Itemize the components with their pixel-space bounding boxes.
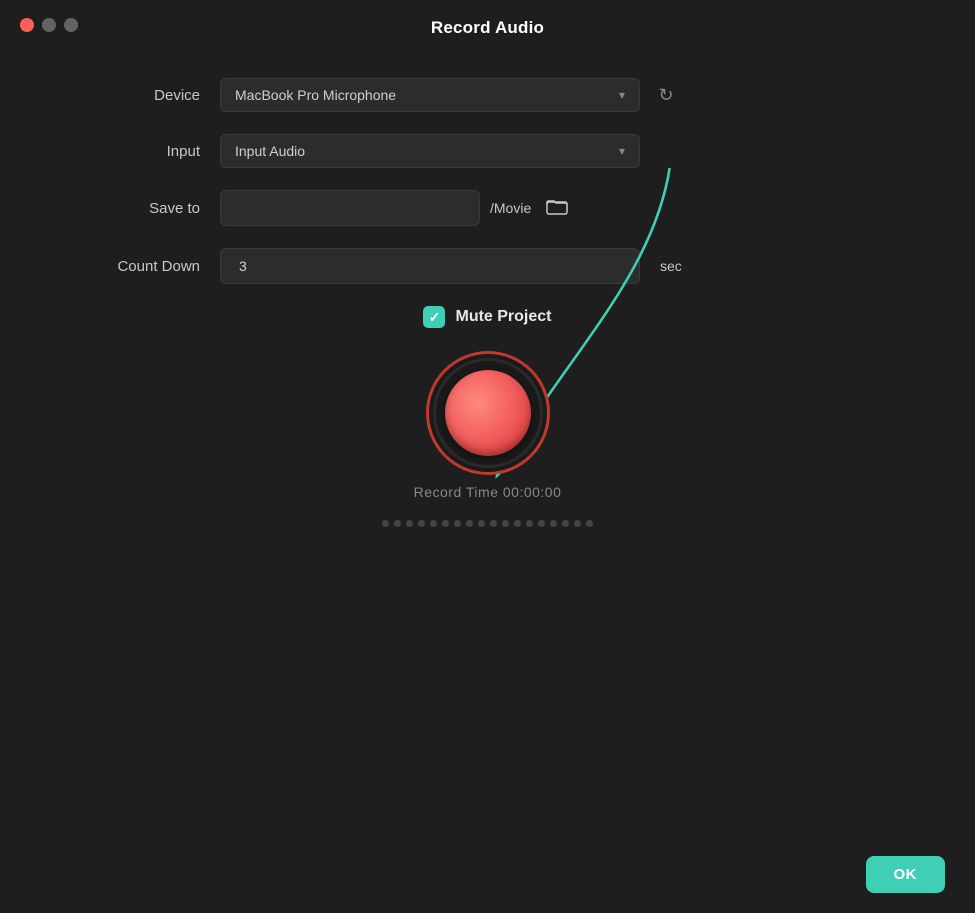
- waveform-dot: [502, 520, 509, 527]
- waveform-dot: [466, 520, 473, 527]
- save-to-path: /Movie: [490, 200, 531, 216]
- countdown-label: Count Down: [80, 258, 220, 275]
- input-dropdown[interactable]: Input Audio ▾: [220, 134, 640, 168]
- device-control-area: MacBook Pro Microphone ▾ ↻: [220, 78, 895, 112]
- record-button[interactable]: [433, 358, 543, 468]
- save-to-row: Save to /Movie: [80, 190, 895, 226]
- waveform: [382, 520, 593, 527]
- waveform-dot: [478, 520, 485, 527]
- waveform-dot: [382, 520, 389, 527]
- record-area: Record Time 00:00:00: [382, 358, 593, 527]
- countdown-value: 3: [235, 258, 247, 274]
- waveform-dot: [454, 520, 461, 527]
- window-title: Record Audio: [431, 18, 544, 38]
- waveform-dot: [394, 520, 401, 527]
- waveform-dot: [574, 520, 581, 527]
- seconds-label: sec: [660, 258, 682, 274]
- countdown-input[interactable]: 3: [220, 248, 640, 284]
- device-dropdown[interactable]: MacBook Pro Microphone ▾: [220, 78, 640, 112]
- waveform-dot: [430, 520, 437, 527]
- window-controls: [20, 18, 78, 32]
- device-row: Device MacBook Pro Microphone ▾ ↻: [80, 78, 895, 112]
- save-to-control-area: /Movie: [220, 190, 895, 226]
- waveform-dot: [442, 520, 449, 527]
- minimize-button[interactable]: [42, 18, 56, 32]
- waveform-dot: [514, 520, 521, 527]
- mute-checkbox[interactable]: ✓: [423, 306, 445, 328]
- bottom-bar: OK: [0, 846, 975, 913]
- title-bar: Record Audio: [0, 0, 975, 48]
- waveform-dot: [490, 520, 497, 527]
- save-to-input[interactable]: [220, 190, 480, 226]
- waveform-dot: [550, 520, 557, 527]
- device-dropdown-value: MacBook Pro Microphone: [235, 87, 396, 103]
- waveform-dot: [562, 520, 569, 527]
- waveform-dot: [418, 520, 425, 527]
- input-control-area: Input Audio ▾: [220, 134, 895, 168]
- device-label: Device: [80, 87, 220, 104]
- refresh-icon: ↻: [658, 85, 673, 106]
- input-row: Input Input Audio ▾: [80, 134, 895, 168]
- refresh-button[interactable]: ↻: [650, 79, 682, 111]
- main-content: Device MacBook Pro Microphone ▾ ↻ Input …: [0, 48, 975, 846]
- folder-button[interactable]: [541, 192, 573, 224]
- countdown-row: Count Down 3 sec: [80, 248, 895, 284]
- folder-icon: [546, 197, 568, 220]
- input-chevron-icon: ▾: [619, 144, 625, 158]
- waveform-dot: [538, 520, 545, 527]
- mute-row: ✓ Mute Project: [423, 306, 551, 328]
- input-label: Input: [80, 143, 220, 160]
- save-to-label: Save to: [80, 200, 220, 217]
- mute-label: Mute Project: [455, 308, 551, 326]
- ok-button[interactable]: OK: [866, 856, 946, 893]
- close-button[interactable]: [20, 18, 34, 32]
- checkmark-icon: ✓: [429, 309, 441, 326]
- maximize-button[interactable]: [64, 18, 78, 32]
- record-button-inner: [445, 370, 531, 456]
- input-dropdown-value: Input Audio: [235, 143, 305, 159]
- waveform-dot: [526, 520, 533, 527]
- waveform-dot: [586, 520, 593, 527]
- record-time: Record Time 00:00:00: [414, 484, 562, 500]
- device-chevron-icon: ▾: [619, 88, 625, 102]
- waveform-dot: [406, 520, 413, 527]
- countdown-control-area: 3 sec: [220, 248, 895, 284]
